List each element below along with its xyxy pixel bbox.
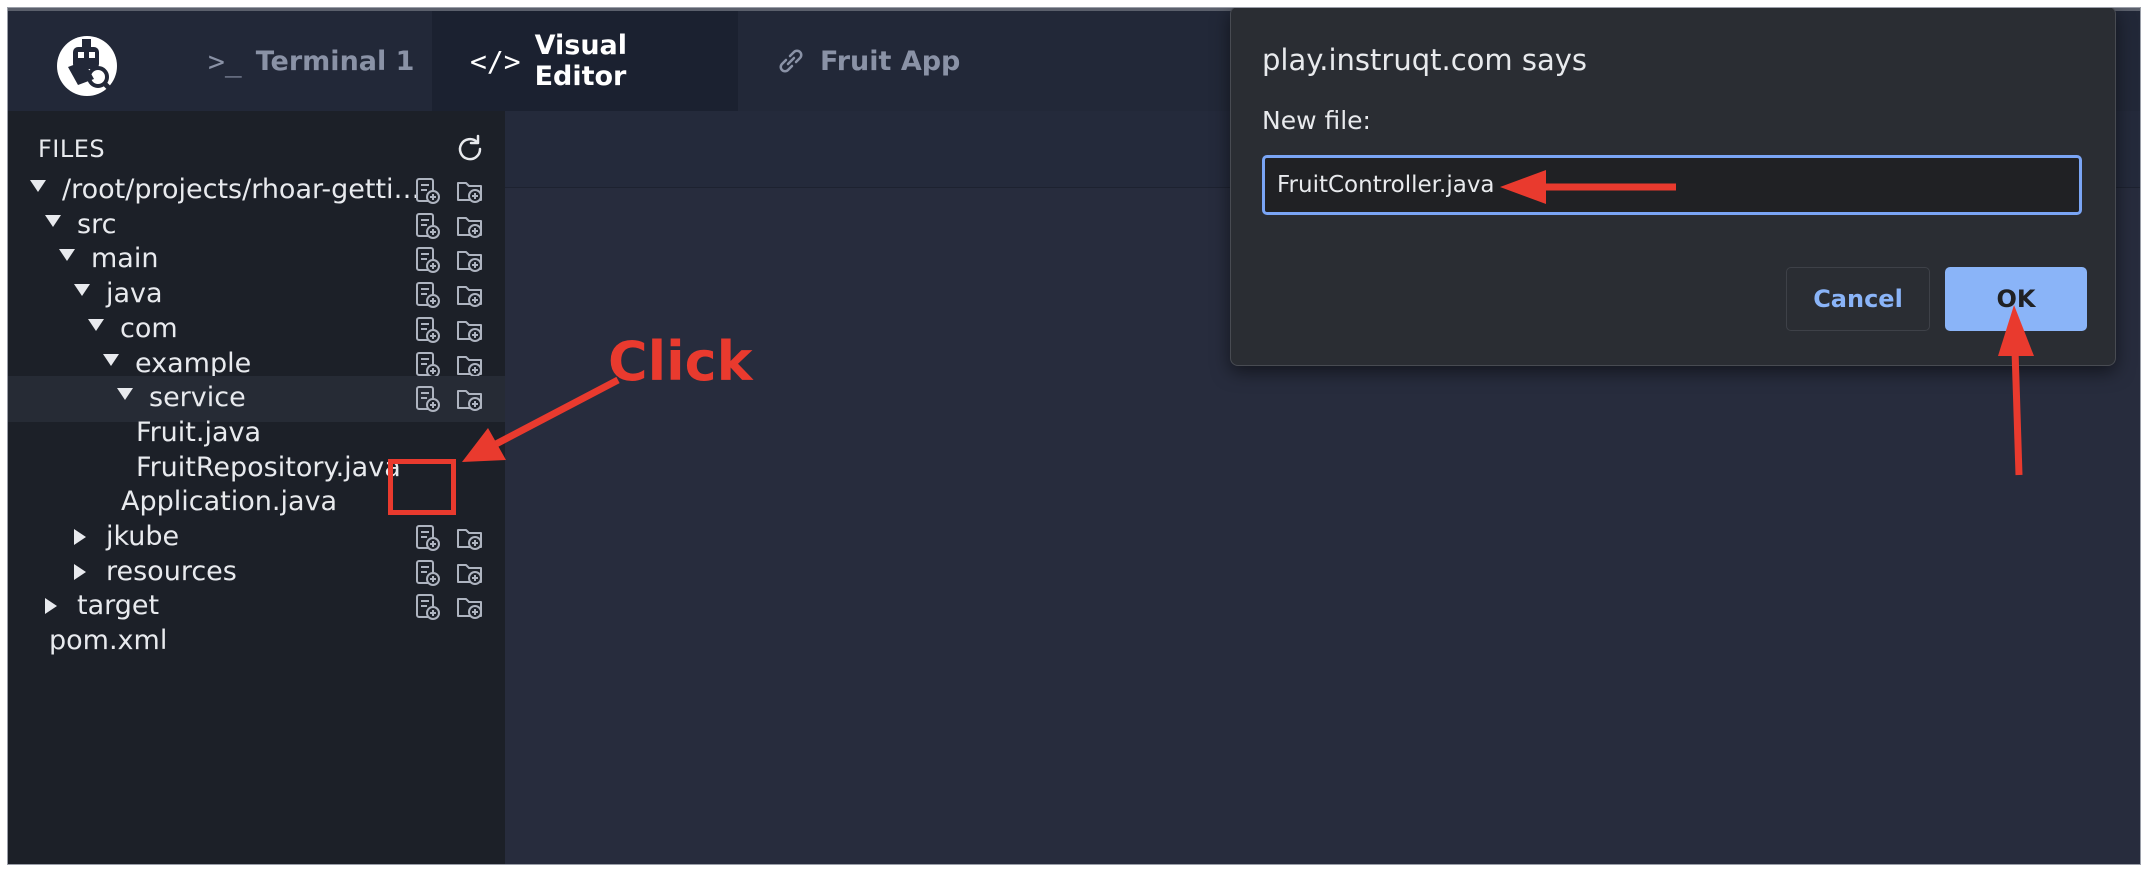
tree-item-label: service	[149, 382, 246, 414]
new-folder-icon[interactable]	[455, 245, 485, 275]
new-file-icon[interactable]	[412, 350, 442, 380]
dialog-title: play.instruqt.com says	[1262, 43, 1588, 77]
new-folder-icon[interactable]	[455, 558, 485, 588]
tree-item-label: resources	[106, 555, 237, 587]
tree-item-label: /root/projects/rhoar-getti…	[62, 174, 421, 205]
terminal-icon: >_	[208, 44, 242, 78]
caret-down-icon[interactable]	[45, 214, 61, 227]
tab-terminal-1[interactable]: >_ Terminal 1	[170, 11, 452, 111]
click-annotation: Click	[608, 330, 753, 393]
new-file-input[interactable]	[1262, 155, 2082, 215]
new-file-icon[interactable]	[412, 176, 442, 206]
code-icon: </>	[470, 44, 521, 78]
cancel-button[interactable]: Cancel	[1786, 267, 1930, 331]
new-file-icon[interactable]	[412, 558, 442, 588]
tree-item-label: java	[106, 278, 163, 310]
new-folder-icon[interactable]	[455, 280, 485, 310]
tree-item-label: main	[91, 243, 159, 275]
new-file-icon[interactable]	[412, 280, 442, 310]
new-folder-icon[interactable]	[455, 211, 485, 241]
app-window: >_ Terminal 1 </> Visual Editor Fruit Ap…	[7, 7, 2141, 865]
new-file-icon[interactable]	[412, 592, 442, 622]
caret-down-icon[interactable]	[30, 180, 46, 192]
tree-item-label: Fruit.java	[136, 416, 262, 448]
files-title: FILES	[38, 135, 106, 163]
new-file-icon[interactable]	[412, 384, 442, 414]
tab-visual-editor[interactable]: </> Visual Editor	[432, 11, 738, 111]
caret-down-icon[interactable]	[74, 284, 90, 297]
new-folder-icon[interactable]	[455, 523, 485, 553]
caret-down-icon[interactable]	[88, 318, 104, 331]
tree-item-label: com	[120, 312, 178, 344]
caret-right-icon[interactable]	[45, 598, 57, 615]
tree-item-label: jkube	[106, 521, 180, 552]
refresh-icon[interactable]	[454, 133, 486, 165]
tab-label: Fruit App	[820, 45, 961, 77]
tab-fruit-app[interactable]: Fruit App	[738, 11, 998, 111]
tab-label: Visual Editor	[534, 30, 628, 92]
tree-item-label: target	[77, 590, 160, 622]
new-file-icon[interactable]	[412, 523, 442, 553]
new-folder-icon[interactable]	[455, 592, 485, 622]
tree-item-label: pom.xml	[49, 625, 168, 657]
caret-right-icon[interactable]	[74, 529, 86, 545]
new-file-icon[interactable]	[412, 211, 442, 241]
new-file-icon[interactable]	[412, 315, 442, 345]
dialog-label: New file:	[1262, 106, 1371, 135]
tree-item-label: example	[135, 347, 252, 379]
tree-item-label: src	[77, 208, 117, 240]
tab-label: Terminal 1	[255, 45, 415, 77]
new-file-icon[interactable]	[412, 245, 442, 275]
link-icon	[779, 49, 803, 73]
highlight-box	[388, 459, 456, 515]
instruqt-logo-icon	[57, 36, 117, 96]
caret-down-icon[interactable]	[117, 388, 133, 401]
new-folder-icon[interactable]	[455, 176, 485, 206]
ok-button[interactable]: OK	[1945, 267, 2087, 331]
caret-down-icon[interactable]	[103, 353, 119, 366]
new-folder-icon[interactable]	[455, 315, 485, 345]
caret-right-icon[interactable]	[74, 563, 86, 580]
tree-item-label: FruitRepository.java	[136, 451, 401, 483]
tree-row[interactable]: pom.xml	[8, 619, 505, 665]
tree-item-label: Application.java	[121, 486, 338, 518]
new-folder-icon[interactable]	[455, 350, 485, 380]
new-folder-icon[interactable]	[455, 384, 485, 414]
caret-down-icon[interactable]	[59, 249, 75, 262]
new-file-dialog: play.instruqt.com says New file: Cancel …	[1230, 8, 2116, 366]
